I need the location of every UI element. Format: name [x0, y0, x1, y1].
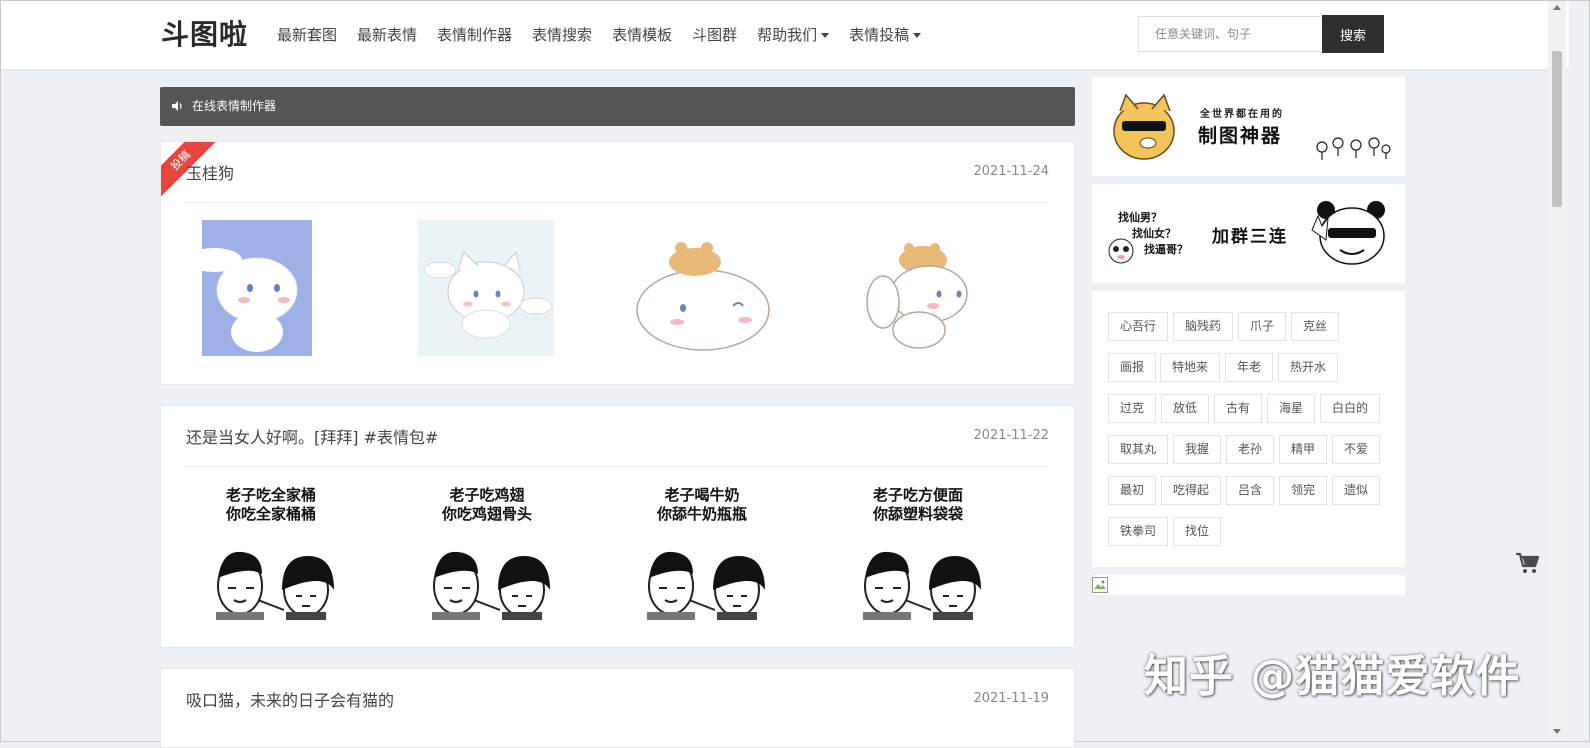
meme-image[interactable] [206, 548, 336, 620]
tag-item[interactable]: 海星 [1267, 394, 1315, 423]
meme-caption-line: 老子吃全家桶 [225, 486, 316, 504]
meme-image[interactable] [422, 548, 552, 620]
scroll-up-arrow-icon[interactable] [1553, 5, 1561, 10]
post-date: 2021-11-24 [973, 164, 1049, 179]
tag-item[interactable]: 最初 [1108, 476, 1156, 505]
nav-emoji-templates[interactable]: 表情模板 [612, 24, 672, 46]
search-input[interactable] [1138, 16, 1322, 52]
tag-item[interactable]: 脑残药 [1173, 312, 1233, 341]
banner-big-text: 加群三连 [1212, 227, 1288, 247]
tag-item[interactable]: 白白的 [1320, 394, 1380, 423]
tag-item[interactable]: 吃得起 [1161, 476, 1221, 505]
speaker-icon [172, 101, 182, 111]
page-scrollbar[interactable] [1548, 1, 1566, 740]
tag-item[interactable]: 画报 [1108, 353, 1156, 382]
banner-big-text: 制图神器 [1198, 125, 1283, 147]
tag-item[interactable]: 古有 [1214, 394, 1262, 423]
nav-groups[interactable]: 斗图群 [692, 24, 737, 46]
site-logo[interactable]: 斗图啦 [161, 17, 248, 53]
stick-figures-image [1316, 137, 1391, 160]
tag-item[interactable]: 过克 [1108, 394, 1156, 423]
meme-caption: 老子吃全家桶 你吃全家桶桶 [196, 486, 346, 524]
meme-caption-line: 老子喝牛奶 [664, 486, 740, 504]
tag-item[interactable]: 老孙 [1226, 435, 1274, 464]
nav-emoji-search[interactable]: 表情搜索 [532, 24, 592, 46]
post-date: 2021-11-22 [973, 428, 1049, 443]
tag-item[interactable]: 遗似 [1332, 476, 1380, 505]
group-banner[interactable]: 找仙男？ 找仙女？ 找逼哥？ 加群三连 [1092, 184, 1405, 283]
panda-sunglasses-image [1311, 201, 1385, 265]
nav-help-dropdown[interactable]: 帮助我们 [757, 24, 830, 46]
tag-item[interactable]: 爪子 [1238, 312, 1286, 341]
meme-image[interactable] [853, 548, 983, 620]
broken-image-ad[interactable] [1092, 575, 1405, 595]
post-card[interactable]: 吸口猫，未来的日子会有猫的 2021-11-19 [160, 668, 1075, 748]
nav-submit-label: 表情投稿 [849, 26, 910, 44]
meme-caption-line: 老子吃方便面 [872, 486, 963, 504]
tag-item[interactable]: 克丝 [1291, 312, 1339, 341]
nav-help-label: 帮助我们 [757, 26, 818, 44]
nav-emoji-maker[interactable]: 表情制作器 [437, 24, 512, 46]
meme-image[interactable] [637, 548, 767, 620]
doge-sunglasses-image [1113, 93, 1175, 160]
meme-caption: 老子吃鸡翅 你吃鸡翅骨头 [412, 486, 562, 524]
shopping-cart-icon[interactable] [1515, 552, 1539, 574]
emoji-image[interactable] [418, 220, 554, 356]
tag-item[interactable]: 取其丸 [1108, 435, 1168, 464]
emoji-image[interactable] [202, 220, 312, 356]
banner-line: 找仙男？ [1118, 211, 1162, 224]
emoji-image[interactable] [633, 238, 773, 356]
nav-submit-dropdown[interactable]: 表情投稿 [849, 24, 922, 46]
tag-item[interactable]: 找位 [1173, 517, 1221, 546]
meme-caption: 老子喝牛奶 你舔牛奶瓶瓶 [627, 486, 777, 524]
scroll-thumb[interactable] [1552, 51, 1562, 207]
tag-item[interactable]: 心吾行 [1108, 312, 1168, 341]
scroll-down-arrow-icon[interactable] [1553, 729, 1561, 734]
main-nav: 最新套图 最新表情 表情制作器 表情搜索 表情模板 斗图群 帮助我们 表情投稿 [277, 24, 941, 46]
tag-item[interactable]: 我握 [1173, 435, 1221, 464]
tag-item[interactable]: 年老 [1225, 353, 1273, 382]
caret-down-icon [821, 33, 830, 38]
zhihu-watermark: 知乎 @猫猫爱软件 [1144, 651, 1521, 702]
tag-item[interactable]: 放低 [1161, 394, 1209, 423]
emoji-image[interactable] [863, 232, 973, 350]
tag-item[interactable]: 不爱 [1332, 435, 1380, 464]
notice-text: 在线表情制作器 [192, 99, 277, 113]
post-card[interactable]: 还是当女人好啊。[拜拜] #表情包# 2021-11-22 老子吃全家桶 你吃全家… [160, 405, 1075, 648]
meme-caption-line: 你舔塑料袋袋 [872, 505, 963, 523]
search-button[interactable]: 搜索 [1322, 15, 1384, 53]
divider [186, 202, 1049, 203]
tag-item[interactable]: 特地来 [1160, 353, 1220, 382]
post-title[interactable]: 吸口猫，未来的日子会有猫的 [186, 687, 394, 711]
post-date: 2021-11-19 [973, 691, 1049, 706]
meme-caption-line: 你吃全家桶桶 [225, 505, 316, 523]
post-title[interactable]: 还是当女人好啊。[拜拜] #表情包# [186, 424, 438, 448]
divider [186, 466, 1049, 467]
banner-line: 找仙女？ [1132, 227, 1176, 240]
tag-item[interactable]: 铁拳司 [1108, 517, 1168, 546]
meme-caption-line: 你舔牛奶瓶瓶 [656, 505, 747, 523]
tag-item[interactable]: 领完 [1279, 476, 1327, 505]
tag-item[interactable]: 热开水 [1278, 353, 1338, 382]
banner-small-text: 全世界都在用的 [1200, 109, 1284, 120]
post-card[interactable]: 投稿 玉桂狗 2021-11-24 [160, 141, 1075, 385]
tag-item[interactable]: 吕含 [1226, 476, 1274, 505]
tag-item[interactable]: 精甲 [1279, 435, 1327, 464]
meme-caption-line: 老子吃鸡翅 [449, 486, 525, 504]
tool-banner[interactable]: 全世界都在用的 制图神器 [1092, 77, 1405, 176]
meme-caption: 老子吃方便面 你舔塑料袋袋 [843, 486, 993, 524]
panda-face-image [1108, 238, 1134, 264]
broken-image-icon [1092, 577, 1108, 593]
post-title[interactable]: 玉桂狗 [186, 160, 234, 184]
meme-caption-line: 你吃鸡翅骨头 [441, 505, 532, 523]
caret-down-icon [913, 33, 922, 38]
nav-latest-sets[interactable]: 最新套图 [277, 24, 337, 46]
banner-line: 找逼哥？ [1144, 243, 1188, 256]
nav-latest-emoji[interactable]: 最新表情 [357, 24, 417, 46]
notice-bar[interactable]: 在线表情制作器 [160, 87, 1075, 126]
